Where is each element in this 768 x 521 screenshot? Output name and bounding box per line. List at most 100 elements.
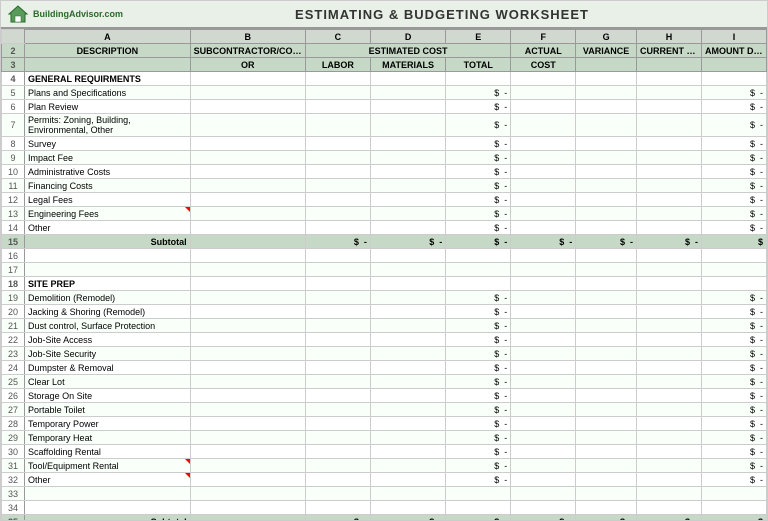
row-8-c xyxy=(305,137,370,151)
row-17-b xyxy=(190,263,305,277)
row-5-total: $ - xyxy=(446,86,511,100)
row-16-a xyxy=(25,249,191,263)
row-4-num: 4 xyxy=(2,72,25,86)
row-13-b xyxy=(190,207,305,221)
table-row: 16 xyxy=(2,249,767,263)
row-8-label: Survey xyxy=(25,137,191,151)
row-7-f xyxy=(511,114,576,137)
row-15-b xyxy=(190,235,305,249)
row-6-h xyxy=(636,100,701,114)
row-7-c xyxy=(305,114,370,137)
row-6-total: $ - xyxy=(446,100,511,114)
col-G-letter: G xyxy=(576,30,637,44)
general-requirements-label: GENERAL REQUIRMENTS xyxy=(25,72,191,86)
row-13-d xyxy=(370,207,445,221)
row-6-b xyxy=(190,100,305,114)
row-4-c xyxy=(305,72,370,86)
row-6-amount-due: $ - xyxy=(701,100,766,114)
col-F-letter: F xyxy=(511,30,576,44)
col-A-letter: A xyxy=(25,30,191,44)
sub-header-materials: MATERIALS xyxy=(370,58,445,72)
row-5-b xyxy=(190,86,305,100)
row-9-c xyxy=(305,151,370,165)
row-5-f xyxy=(511,86,576,100)
row-9-h xyxy=(636,151,701,165)
row-9-d xyxy=(370,151,445,165)
row-10-d xyxy=(370,165,445,179)
row-11-b xyxy=(190,179,305,193)
spreadsheet-container: BuildingAdvisor.com ESTIMATING & BUDGETI… xyxy=(0,0,768,521)
row-16-g xyxy=(576,249,637,263)
row-5-c xyxy=(305,86,370,100)
row-16-d xyxy=(370,249,445,263)
row-13-total: $ - xyxy=(446,207,511,221)
row-11-label: Financing Costs xyxy=(25,179,191,193)
logo-house-icon xyxy=(7,4,29,24)
sub-header-current xyxy=(636,58,701,72)
row-12-b xyxy=(190,193,305,207)
row-6-c xyxy=(305,100,370,114)
row-5-num: 5 xyxy=(2,86,25,100)
sheet-title: ESTIMATING & BUDGETING WORKSHEET xyxy=(123,7,761,22)
table-row: 11 Financing Costs $ - $ - xyxy=(2,179,767,193)
col-letters-rownum xyxy=(2,30,25,44)
row-14-amount-due: $ - xyxy=(701,221,766,235)
table-row: 23 Job-Site Security $ - $ - xyxy=(2,347,767,361)
row-6-label: Plan Review xyxy=(25,100,191,114)
row-12-h xyxy=(636,193,701,207)
sub-header-total: TOTAL xyxy=(446,58,511,72)
table-row: 10 Administrative Costs $ - $ - xyxy=(2,165,767,179)
col-D-letter: D xyxy=(370,30,445,44)
row-8-g xyxy=(576,137,637,151)
row-11-num: 11 xyxy=(2,179,25,193)
row-15-amount-due: $ xyxy=(701,235,766,249)
row-6-num: 6 xyxy=(2,100,25,114)
row-17-a xyxy=(25,263,191,277)
header-subcontractor: SUBCONTRACTOR/CONTRACT xyxy=(190,44,305,58)
row-5-label: Plans and Specifications xyxy=(25,86,191,100)
row-9-f xyxy=(511,151,576,165)
table-row: 33 xyxy=(2,487,767,501)
row-13-c xyxy=(305,207,370,221)
row-14-f xyxy=(511,221,576,235)
site-prep-label: SITE PREP xyxy=(25,277,191,291)
header-amount-due: AMOUNT DUE xyxy=(701,44,766,58)
row-12-c xyxy=(305,193,370,207)
row-8-b xyxy=(190,137,305,151)
row-5-h xyxy=(636,86,701,100)
header-bar: BuildingAdvisor.com ESTIMATING & BUDGETI… xyxy=(1,1,767,29)
sub-header-labor: LABOR xyxy=(305,58,370,72)
table-row: 22 Job-Site Access $ - $ - xyxy=(2,333,767,347)
row-8-num: 8 xyxy=(2,137,25,151)
sub-header-or: OR xyxy=(190,58,305,72)
sub-header-amount xyxy=(701,58,766,72)
row-16-f xyxy=(511,249,576,263)
row-10-g xyxy=(576,165,637,179)
subtotal-site-prep: 35 Subtotal $ - $ - $ - $ - $ - $ - $ xyxy=(2,515,767,521)
row-14-total: $ - xyxy=(446,221,511,235)
row-4-g xyxy=(576,72,637,86)
row-4-h xyxy=(636,72,701,86)
row-12-total: $ - xyxy=(446,193,511,207)
table-row: 6 Plan Review $ - $ - xyxy=(2,100,767,114)
row-14-g xyxy=(576,221,637,235)
row-4-b xyxy=(190,72,305,86)
col-H-letter: H xyxy=(636,30,701,44)
row-16-b xyxy=(190,249,305,263)
row-14-num: 14 xyxy=(2,221,25,235)
row-13-h xyxy=(636,207,701,221)
row-12-amount-due: $ - xyxy=(701,193,766,207)
row-5-amount-due: $ - xyxy=(701,86,766,100)
row-14-h xyxy=(636,221,701,235)
row-4-f xyxy=(511,72,576,86)
col-E-letter: E xyxy=(446,30,511,44)
table-row: 19 Demolition (Remodel) $ - $ - xyxy=(2,291,767,305)
row-4-i xyxy=(701,72,766,86)
row-8-amount-due: $ - xyxy=(701,137,766,151)
row-14-c xyxy=(305,221,370,235)
row-8-h xyxy=(636,137,701,151)
row-13-label: Engineering Fees xyxy=(25,207,191,221)
spreadsheet-body[interactable]: A B C D E F G H I 2 DESCRIPTION SUBCONTR… xyxy=(1,29,767,521)
table-row: 13 Engineering Fees $ - $ - xyxy=(2,207,767,221)
row-13-amount-due: $ - xyxy=(701,207,766,221)
